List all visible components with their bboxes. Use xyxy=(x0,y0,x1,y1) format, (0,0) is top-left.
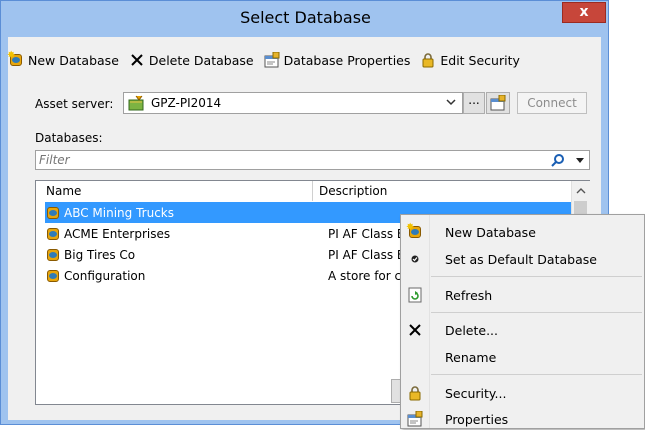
new-database-button[interactable]: ✸ New Database xyxy=(7,50,119,68)
row-description: A store for co xyxy=(328,268,409,283)
row-description: PI AF Class E xyxy=(328,226,405,241)
filter-input[interactable] xyxy=(39,152,519,168)
delete-database-label: Delete Database xyxy=(148,52,254,68)
database-icon xyxy=(45,268,61,284)
database-properties-button[interactable]: Database Properties xyxy=(264,51,411,68)
context-menu: ✸ New Database Set as Default Database R… xyxy=(400,214,645,429)
edit-security-label: Edit Security xyxy=(440,52,520,68)
database-icon xyxy=(45,226,61,242)
properties-icon xyxy=(490,94,506,114)
connect-button[interactable]: Connect xyxy=(517,92,587,114)
filter-dropdown-icon[interactable] xyxy=(574,154,586,169)
delete-icon xyxy=(401,319,429,341)
refresh-icon xyxy=(401,284,429,306)
window-title: Select Database xyxy=(240,8,371,27)
lock-icon xyxy=(420,52,436,68)
delete-database-button[interactable]: Delete Database xyxy=(129,52,254,68)
properties-icon xyxy=(401,408,429,430)
new-database-icon: ✸ xyxy=(7,50,24,68)
menu-separator xyxy=(431,312,642,313)
column-header-name[interactable]: Name xyxy=(46,184,81,198)
asset-server-label: Asset server: xyxy=(35,97,114,111)
default-database-icon xyxy=(401,248,429,270)
databases-label: Databases: xyxy=(35,131,103,145)
scroll-up-icon[interactable] xyxy=(576,187,586,195)
menu-item-refresh[interactable]: Refresh xyxy=(401,284,644,306)
menu-item-security[interactable]: Security... xyxy=(401,382,644,404)
close-button[interactable]: x xyxy=(562,2,606,23)
menu-item-delete[interactable]: Delete... xyxy=(401,319,644,341)
menu-separator xyxy=(431,276,642,277)
title-bar[interactable]: Select Database x xyxy=(1,1,610,37)
menu-item-properties[interactable]: Properties xyxy=(401,408,644,430)
menu-separator xyxy=(431,374,642,375)
menu-item-set-default[interactable]: Set as Default Database xyxy=(401,248,644,270)
column-divider xyxy=(312,181,313,201)
server-properties-button[interactable] xyxy=(486,92,510,114)
row-name: ACME Enterprises xyxy=(64,226,171,241)
row-name: Big Tires Co xyxy=(64,247,136,262)
properties-icon xyxy=(264,51,280,68)
toolbar: ✸ New Database Delete Database Database … xyxy=(7,49,530,71)
search-icon[interactable] xyxy=(551,153,565,170)
lock-icon xyxy=(401,382,429,404)
column-header-description[interactable]: Description xyxy=(319,184,387,198)
database-icon xyxy=(45,247,61,263)
browse-button[interactable]: ... xyxy=(463,92,485,114)
database-properties-label: Database Properties xyxy=(283,52,411,68)
menu-item-new-database[interactable]: ✸ New Database xyxy=(401,221,644,243)
asset-server-icon xyxy=(128,95,146,111)
new-database-label: New Database xyxy=(28,52,119,68)
menu-item-rename[interactable]: Rename xyxy=(401,346,644,368)
asset-server-value: GPZ-PI2014 xyxy=(151,96,222,110)
row-name: ABC Mining Trucks xyxy=(64,205,174,220)
delete-icon xyxy=(129,52,145,68)
asset-server-combo[interactable]: GPZ-PI2014 xyxy=(123,92,463,114)
new-database-icon: ✸ xyxy=(401,221,429,243)
edit-security-button[interactable]: Edit Security xyxy=(420,52,520,68)
chevron-down-icon[interactable] xyxy=(446,96,456,111)
database-icon xyxy=(45,205,61,221)
filter-box xyxy=(35,150,590,170)
row-description: PI AF Class E xyxy=(328,247,405,262)
row-name: Configuration xyxy=(64,268,146,283)
